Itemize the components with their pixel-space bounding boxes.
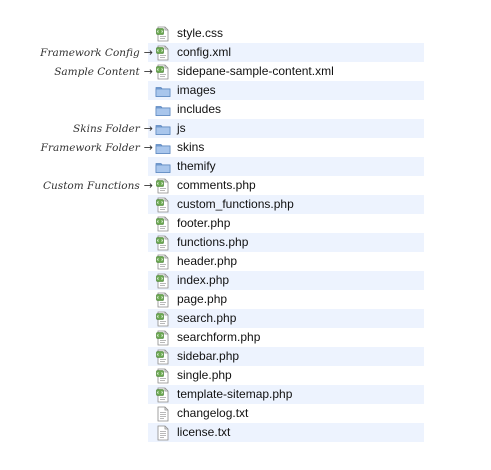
code-file-icon — [155, 216, 171, 232]
text-file-icon — [155, 425, 171, 441]
file-row[interactable]: config.xml — [148, 43, 424, 62]
file-name: skins — [177, 140, 205, 154]
annotation-label: Framework Config → — [40, 43, 153, 62]
arrow-right-icon: → — [143, 141, 153, 154]
file-name: includes — [177, 102, 222, 116]
file-name: search.php — [177, 311, 237, 325]
file-list: style.css config.xml sidepane-sample-conte… — [148, 24, 424, 442]
file-row[interactable]: search.php — [148, 309, 424, 328]
file-row[interactable]: comments.php — [148, 176, 424, 195]
code-file-icon — [155, 387, 171, 403]
code-file-icon — [155, 235, 171, 251]
file-row[interactable]: page.php — [148, 290, 424, 309]
code-file-icon — [155, 45, 171, 61]
folder-icon — [155, 102, 171, 118]
file-name: searchform.php — [177, 330, 261, 344]
annotation-label: Custom Functions → — [43, 176, 153, 195]
code-file-icon — [155, 197, 171, 213]
file-name: js — [177, 121, 186, 135]
code-file-icon — [155, 311, 171, 327]
folder-icon — [155, 140, 171, 156]
file-row[interactable]: functions.php — [148, 233, 424, 252]
file-row[interactable]: footer.php — [148, 214, 424, 233]
file-name: comments.php — [177, 178, 256, 192]
file-name: config.xml — [177, 45, 232, 59]
file-name: functions.php — [177, 235, 249, 249]
file-name: license.txt — [177, 425, 231, 439]
file-name: custom_functions.php — [177, 197, 294, 211]
code-file-icon — [155, 368, 171, 384]
annotation-text: Framework Config — [40, 46, 140, 59]
file-row[interactable]: index.php — [148, 271, 424, 290]
file-name: footer.php — [177, 216, 231, 230]
file-name: page.php — [177, 292, 228, 306]
arrow-right-icon: → — [143, 46, 153, 59]
file-name: template-sitemap.php — [177, 387, 293, 401]
annotation-text: Sample Content — [54, 65, 140, 78]
file-row[interactable]: sidepane-sample-content.xml — [148, 62, 424, 81]
code-file-icon — [155, 26, 171, 42]
file-row[interactable]: images — [148, 81, 424, 100]
file-row[interactable]: skins — [148, 138, 424, 157]
folder-icon — [155, 159, 171, 175]
file-name: sidebar.php — [177, 349, 240, 363]
file-row[interactable]: sidebar.php — [148, 347, 424, 366]
folder-icon — [155, 121, 171, 137]
file-name: sidepane-sample-content.xml — [177, 64, 334, 78]
file-row[interactable]: template-sitemap.php — [148, 385, 424, 404]
file-row[interactable]: style.css — [148, 24, 424, 43]
file-row[interactable]: custom_functions.php — [148, 195, 424, 214]
arrow-right-icon: → — [143, 65, 153, 78]
file-row[interactable]: license.txt — [148, 423, 424, 442]
file-structure-diagram: style.css config.xml sidepane-sample-conte… — [0, 0, 491, 470]
file-row[interactable]: changelog.txt — [148, 404, 424, 423]
file-row[interactable]: header.php — [148, 252, 424, 271]
annotation-label: Sample Content → — [54, 62, 153, 81]
annotation-text: Custom Functions — [43, 179, 140, 192]
file-row[interactable]: searchform.php — [148, 328, 424, 347]
arrow-right-icon: → — [143, 122, 153, 135]
file-name: images — [177, 83, 216, 97]
code-file-icon — [155, 254, 171, 270]
code-file-icon — [155, 64, 171, 80]
file-row[interactable]: single.php — [148, 366, 424, 385]
file-row[interactable]: js — [148, 119, 424, 138]
file-row[interactable]: themify — [148, 157, 424, 176]
file-name: index.php — [177, 273, 230, 287]
folder-icon — [155, 83, 171, 99]
file-name: themify — [177, 159, 216, 173]
annotation-label: Framework Folder → — [41, 138, 153, 157]
code-file-icon — [155, 178, 171, 194]
code-file-icon — [155, 349, 171, 365]
file-name: single.php — [177, 368, 232, 382]
text-file-icon — [155, 406, 171, 422]
arrow-right-icon: → — [143, 179, 153, 192]
code-file-icon — [155, 330, 171, 346]
file-row[interactable]: includes — [148, 100, 424, 119]
annotation-text: Skins Folder — [73, 122, 140, 135]
annotation-text: Framework Folder — [40, 141, 140, 154]
file-name: changelog.txt — [177, 406, 249, 420]
annotation-label: Skins Folder → — [73, 119, 153, 138]
code-file-icon — [155, 292, 171, 308]
file-name: header.php — [177, 254, 238, 268]
code-file-icon — [155, 273, 171, 289]
file-name: style.css — [177, 26, 224, 40]
